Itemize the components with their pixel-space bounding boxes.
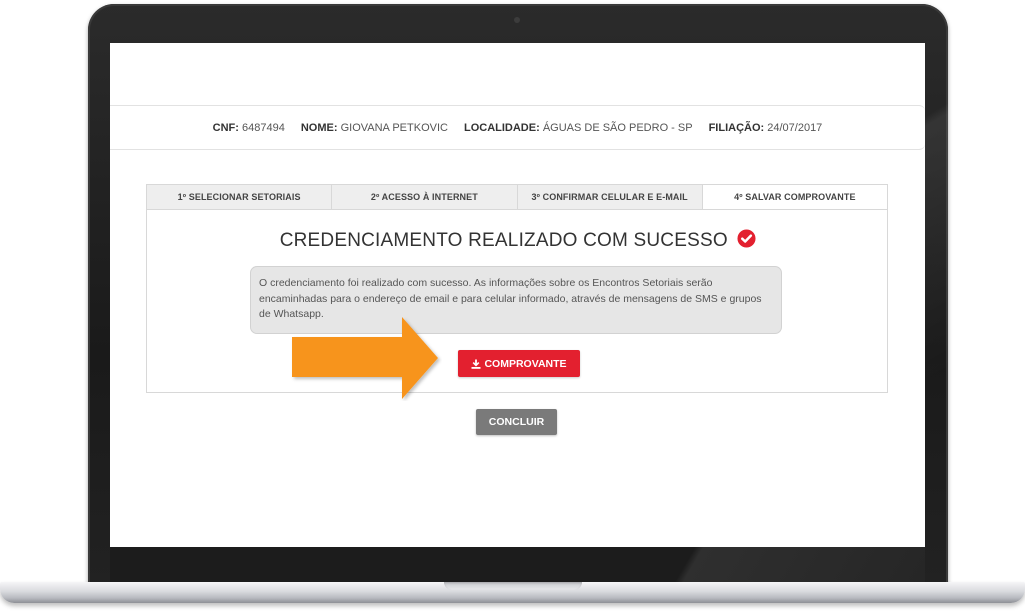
nome-label: NOME: [300,121,338,134]
filiacao-label: FILIAÇÃO: [708,121,765,134]
success-title-row: CREDENCIAMENTO REALIZADO COM SUCESSO [147,229,889,252]
tab-selecionar-setoriais[interactable]: 1º SELECIONAR SETORIAIS [147,185,333,209]
webcam [514,17,520,23]
download-comprovante-button[interactable]: COMPROVANTE [458,350,580,377]
tab-salvar-comprovante[interactable]: 4º SALVAR COMPROVANTE [702,185,887,209]
cnf-info: CNF: 6487494 [213,122,285,134]
wizard-tabs: 1º SELECIONAR SETORIAIS 2º ACESSO À INTE… [146,184,888,209]
concluir-button[interactable]: CONCLUIR [476,409,557,435]
filiacao-value: 24/07/2017 [767,121,823,134]
download-button-label: COMPROVANTE [484,357,567,370]
success-title: CREDENCIAMENTO REALIZADO COM SUCESSO [279,230,728,251]
cnf-value: 6487494 [242,121,285,134]
cnf-label: CNF: [212,121,239,134]
localidade-label: LOCALIDADE: [463,121,540,134]
filiacao-info: FILIAÇÃO: 24/07/2017 [709,122,823,134]
laptop-base-notch [444,582,582,590]
nome-value: GIOVANA PETKOVIC [340,121,448,134]
tab-acesso-internet[interactable]: 2º ACESSO À INTERNET [332,185,518,209]
localidade-info: LOCALIDADE: ÁGUAS DE SÃO PEDRO - SP [464,122,693,134]
arrow-right-icon [292,317,438,399]
download-icon [471,359,481,369]
check-circle-icon [737,229,756,248]
nome-info: NOME: GIOVANA PETKOVIC [301,122,448,134]
registration-info-bar: CNF: 6487494 NOME: GIOVANA PETKOVIC LOCA… [110,105,925,150]
success-panel: CREDENCIAMENTO REALIZADO COM SUCESSO O c… [146,209,888,393]
laptop-screen: CNF: 6487494 NOME: GIOVANA PETKOVIC LOCA… [110,43,925,547]
laptop-chin [110,547,925,583]
localidade-value: ÁGUAS DE SÃO PEDRO - SP [542,121,693,134]
tab-confirmar-celular-email[interactable]: 3º CONFIRMAR CELULAR E E-MAIL [517,185,703,209]
